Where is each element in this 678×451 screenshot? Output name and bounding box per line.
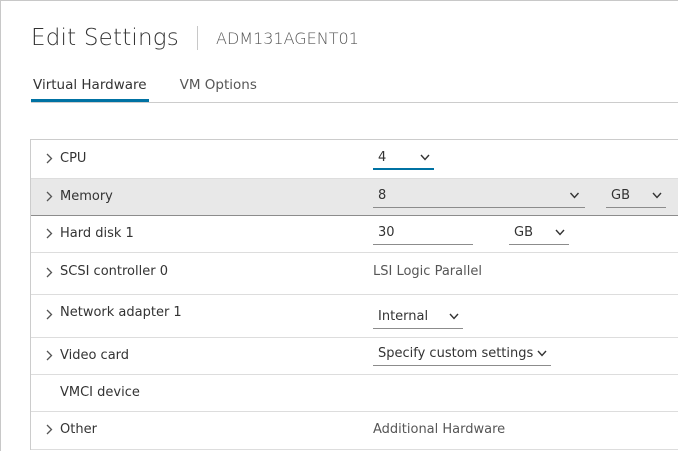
title-divider	[197, 26, 198, 50]
row-other: Other Additional Hardware	[31, 412, 678, 450]
chevron-down-icon	[652, 192, 662, 199]
chevron-right-icon[interactable]	[46, 309, 54, 320]
memory-unit-select[interactable]: GB	[606, 186, 666, 208]
row-memory: Memory 8 GB	[31, 179, 678, 216]
row-vmci-device: VMCI device	[31, 375, 678, 412]
row-label-hard-disk[interactable]: Hard disk 1	[60, 226, 134, 241]
dialog-header: Edit Settings ADM131AGENT01	[31, 21, 359, 55]
chevron-down-icon	[449, 313, 459, 320]
chevron-down-icon	[569, 192, 580, 199]
chevron-down-icon	[420, 154, 430, 161]
hard-disk-size-input[interactable]: 30	[373, 223, 473, 245]
chevron-right-icon[interactable]	[46, 191, 54, 202]
row-label-video[interactable]: Video card	[60, 348, 129, 363]
edit-settings-dialog: Edit Settings ADM131AGENT01 Virtual Hard…	[0, 0, 678, 451]
tab-bar: Virtual Hardware VM Options	[31, 71, 678, 103]
memory-size-value: 8	[378, 188, 387, 203]
memory-size-select[interactable]: 8	[373, 186, 585, 208]
hard-disk-unit-value: GB	[514, 225, 533, 240]
network-select[interactable]: Internal	[373, 307, 463, 329]
video-settings-value: Specify custom settings	[378, 346, 534, 361]
row-hard-disk-1: Hard disk 1 30 GB	[31, 216, 678, 253]
other-value: Additional Hardware	[373, 422, 506, 437]
vm-name: ADM131AGENT01	[216, 28, 359, 48]
chevron-down-icon	[537, 350, 547, 357]
hard-disk-unit-select[interactable]: GB	[509, 223, 569, 245]
chevron-right-icon[interactable]	[46, 424, 54, 435]
hard-disk-size-value: 30	[378, 225, 395, 240]
chevron-right-icon[interactable]	[46, 350, 54, 361]
video-settings-select[interactable]: Specify custom settings	[373, 344, 551, 366]
row-label-network[interactable]: Network adapter 1	[60, 305, 182, 320]
row-video-card: Video card Specify custom settings	[31, 338, 678, 375]
dialog-title: Edit Settings	[31, 25, 179, 51]
row-label-cpu[interactable]: CPU	[60, 151, 86, 166]
chevron-right-icon[interactable]	[46, 228, 54, 239]
tab-vm-options[interactable]: VM Options	[178, 71, 259, 101]
row-label-vmci: VMCI device	[60, 385, 140, 400]
cpu-count-value: 4	[378, 150, 387, 165]
chevron-right-icon[interactable]	[46, 153, 54, 164]
chevron-right-icon[interactable]	[46, 267, 54, 278]
hardware-table: CPU 4 Memory 8 GB Hard disk 1 30 GB SCSI…	[30, 139, 678, 450]
scsi-type-value: LSI Logic Parallel	[373, 264, 482, 279]
row-scsi-controller: SCSI controller 0 LSI Logic Parallel	[31, 253, 678, 295]
row-label-scsi[interactable]: SCSI controller 0	[60, 264, 168, 279]
row-label-other[interactable]: Other	[60, 422, 97, 437]
chevron-down-icon	[555, 229, 565, 236]
cpu-count-select[interactable]: 4	[373, 148, 434, 170]
row-network-adapter: Network adapter 1 Internal	[31, 295, 678, 338]
network-value: Internal	[378, 309, 429, 324]
row-label-memory[interactable]: Memory	[60, 189, 113, 204]
row-cpu: CPU 4	[31, 140, 678, 179]
tab-virtual-hardware[interactable]: Virtual Hardware	[31, 71, 149, 102]
memory-unit-value: GB	[611, 188, 630, 203]
